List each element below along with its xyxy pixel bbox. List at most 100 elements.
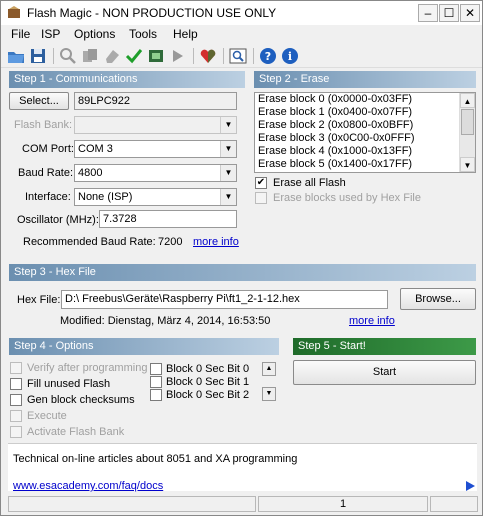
flash-bank-select[interactable]: ▼ bbox=[74, 116, 237, 134]
recommended-baud-label: Recommended Baud Rate: bbox=[23, 236, 156, 248]
app-icon bbox=[8, 6, 20, 18]
step3-more-info-link[interactable]: more info bbox=[349, 315, 395, 327]
step4-header: Step 4 - Options bbox=[9, 338, 279, 355]
hex-file-label: Hex File: bbox=[17, 294, 61, 306]
menu-options[interactable]: Options bbox=[74, 27, 115, 41]
find-icon[interactable] bbox=[59, 47, 77, 65]
sec-bits-up-button[interactable]: ▲ bbox=[262, 362, 276, 376]
chevron-up-icon: ▲ bbox=[265, 365, 273, 372]
baud-rate-select[interactable]: 4800 ▼ bbox=[74, 164, 237, 182]
interface-select[interactable]: None (ISP) ▼ bbox=[74, 188, 237, 206]
verify-after-programming-checkbox[interactable] bbox=[10, 362, 22, 374]
hex-file-input[interactable]: D:\ Freebus\Geräte\Raspberry Pi\ft1_2-1-… bbox=[61, 290, 388, 309]
erase-list-scrollbar[interactable]: ▲ ▼ bbox=[459, 93, 475, 172]
step5-header: Step 5 - Start! bbox=[293, 338, 476, 355]
sec-bit-0-checkbox[interactable] bbox=[150, 363, 162, 375]
info-icon[interactable]: i bbox=[281, 47, 299, 65]
fill-unused-flash-checkbox[interactable] bbox=[10, 378, 22, 390]
hex-modified-text: Modified: Dienstag, März 4, 2014, 16:53:… bbox=[60, 315, 271, 327]
minimize-button[interactable]: – bbox=[418, 4, 438, 22]
menu-help[interactable]: Help bbox=[173, 27, 198, 41]
step3-header: Step 3 - Hex File bbox=[9, 264, 476, 281]
list-item[interactable]: Erase block 3 (0x0C00-0x0FFF) bbox=[255, 132, 475, 145]
svg-text:i: i bbox=[288, 50, 292, 63]
activate-flash-bank-label: Activate Flash Bank bbox=[27, 426, 125, 438]
com-port-label: COM Port: bbox=[22, 143, 74, 155]
hex-icon[interactable] bbox=[199, 47, 217, 65]
erase-icon[interactable] bbox=[103, 47, 121, 65]
erase-all-flash-checkbox[interactable]: ✔ bbox=[255, 177, 267, 189]
menu-isp[interactable]: ISP bbox=[41, 27, 60, 41]
sec-bit-2-checkbox[interactable] bbox=[150, 389, 162, 401]
step1-more-info-link[interactable]: more info bbox=[193, 236, 239, 248]
sec-bit-0-label: Block 0 Sec Bit 0 bbox=[166, 363, 250, 375]
minimize-icon: – bbox=[424, 6, 432, 20]
activate-flash-bank-checkbox[interactable] bbox=[10, 426, 22, 438]
execute-label: Execute bbox=[27, 410, 67, 422]
list-item[interactable]: Erase block 2 (0x0800-0x0BFF) bbox=[255, 119, 475, 132]
execute-checkbox[interactable] bbox=[10, 410, 22, 422]
verify-icon[interactable] bbox=[125, 47, 143, 65]
go-icon[interactable] bbox=[169, 47, 187, 65]
chevron-down-icon: ▼ bbox=[265, 390, 273, 397]
status-pane-extra bbox=[430, 496, 478, 512]
program-icon[interactable] bbox=[147, 47, 165, 65]
browse-button[interactable]: Browse... bbox=[400, 288, 476, 310]
save-icon[interactable] bbox=[29, 47, 47, 65]
chevron-down-icon: ▼ bbox=[220, 117, 236, 133]
svg-text:?: ? bbox=[265, 50, 271, 63]
menu-file[interactable]: File bbox=[11, 27, 30, 41]
gen-block-checksums-checkbox[interactable] bbox=[10, 394, 22, 406]
play-arrow-icon[interactable] bbox=[465, 481, 475, 491]
title-bar: Flash Magic - NON PRODUCTION USE ONLY – … bbox=[1, 1, 482, 25]
menu-bar: File ISP Options Tools Help bbox=[1, 25, 482, 44]
flash-magic-window: Flash Magic - NON PRODUCTION USE ONLY – … bbox=[0, 0, 483, 516]
erase-block-list[interactable]: Erase block 0 (0x0000-0x03FF) Erase bloc… bbox=[254, 92, 476, 173]
sec-bit-2-label: Block 0 Sec Bit 2 bbox=[166, 389, 250, 401]
verify-after-programming-label: Verify after programming bbox=[27, 362, 148, 374]
scroll-down-icon[interactable]: ▼ bbox=[460, 157, 475, 172]
status-bar: 1 bbox=[1, 493, 482, 515]
terminal-icon[interactable] bbox=[229, 47, 247, 65]
list-item[interactable]: Erase block 1 (0x0400-0x07FF) bbox=[255, 106, 475, 119]
help-icon[interactable]: ? bbox=[259, 47, 277, 65]
info-panel: Technical on-line articles about 8051 an… bbox=[8, 443, 477, 492]
erase-used-blocks-checkbox[interactable] bbox=[255, 192, 267, 204]
erase-used-blocks-label: Erase blocks used by Hex File bbox=[273, 192, 421, 204]
close-icon: ✕ bbox=[464, 6, 476, 20]
status-pane-value: 1 bbox=[258, 496, 428, 512]
close-button[interactable]: ✕ bbox=[460, 4, 480, 22]
start-button[interactable]: Start bbox=[293, 360, 476, 385]
list-item[interactable]: Erase block 4 (0x1000-0x13FF) bbox=[255, 145, 475, 158]
menu-tools[interactable]: Tools bbox=[129, 27, 157, 41]
maximize-icon: ☐ bbox=[443, 6, 455, 20]
device-field: 89LPC922 bbox=[74, 92, 237, 110]
copy-icon[interactable] bbox=[81, 47, 99, 65]
chevron-down-icon: ▼ bbox=[220, 165, 236, 181]
open-icon[interactable] bbox=[7, 47, 25, 65]
baud-rate-label: Baud Rate: bbox=[18, 167, 74, 179]
step1-header: Step 1 - Communications bbox=[9, 71, 245, 88]
status-pane-main bbox=[8, 496, 256, 512]
sec-bits-down-button[interactable]: ▼ bbox=[262, 387, 276, 401]
info-text: Technical on-line articles about 8051 an… bbox=[13, 453, 298, 465]
list-item[interactable]: Erase block 5 (0x1400-0x17FF) bbox=[255, 158, 475, 171]
com-port-select[interactable]: COM 3 ▼ bbox=[74, 140, 237, 158]
erase-all-flash-label: Erase all Flash bbox=[273, 177, 346, 189]
chevron-down-icon: ▼ bbox=[220, 141, 236, 157]
sec-bit-1-checkbox[interactable] bbox=[150, 376, 162, 388]
select-device-button[interactable]: Select... bbox=[9, 92, 69, 110]
interface-label: Interface: bbox=[25, 191, 71, 203]
list-item[interactable]: Erase block 0 (0x0000-0x03FF) bbox=[255, 93, 475, 106]
scroll-up-icon[interactable]: ▲ bbox=[460, 93, 475, 108]
maximize-button[interactable]: ☐ bbox=[439, 4, 459, 22]
sec-bit-1-label: Block 0 Sec Bit 1 bbox=[166, 376, 250, 388]
flash-bank-label: Flash Bank: bbox=[14, 119, 73, 131]
checkmark-icon: ✔ bbox=[256, 177, 266, 188]
scroll-thumb[interactable] bbox=[461, 109, 474, 135]
chevron-down-icon: ▼ bbox=[220, 189, 236, 205]
fill-unused-flash-label: Fill unused Flash bbox=[27, 378, 111, 390]
oscillator-input[interactable]: 7.3728 bbox=[99, 210, 237, 228]
esacademy-link[interactable]: www.esacademy.com/faq/docs bbox=[13, 480, 163, 492]
recommended-baud-value: 7200 bbox=[158, 236, 183, 248]
